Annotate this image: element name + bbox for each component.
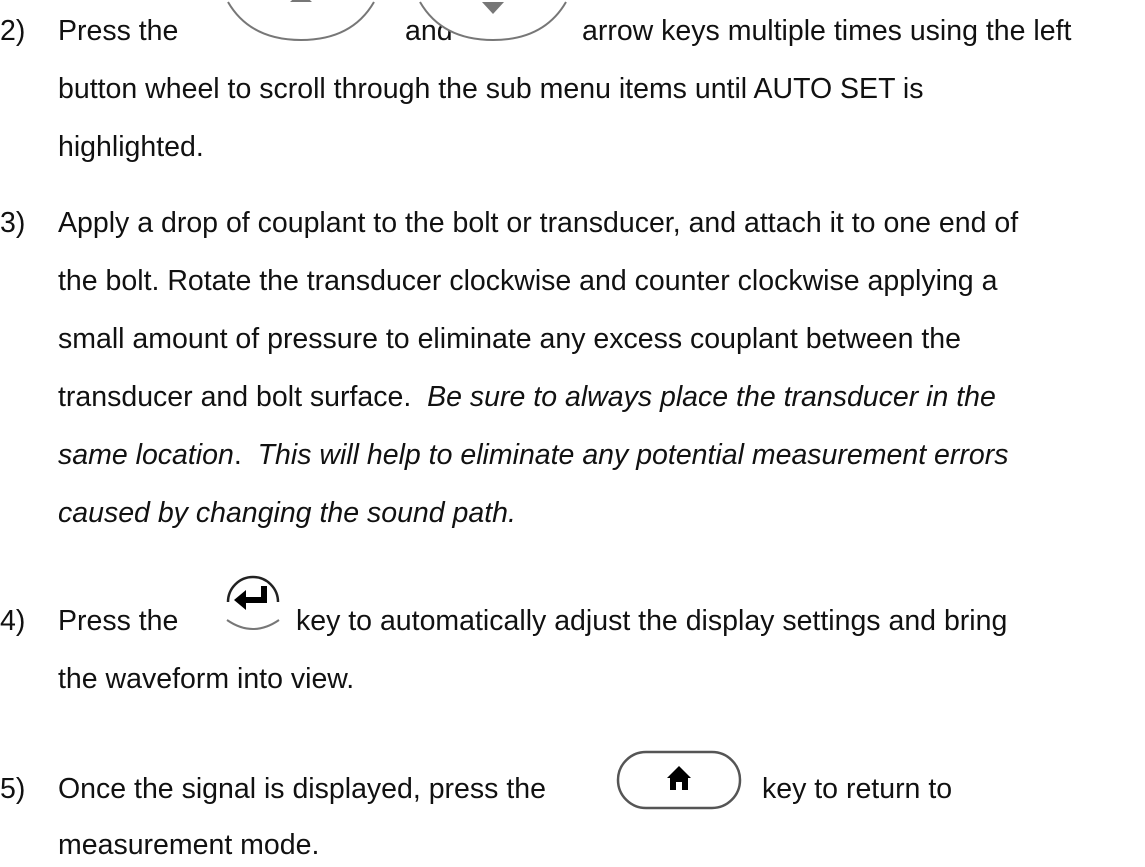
step-number: 3) xyxy=(0,207,26,239)
step-text: the waveform into view. xyxy=(58,663,355,695)
step-number: 2) xyxy=(0,15,26,47)
step-text: Press the xyxy=(58,605,179,637)
step-number: 4) xyxy=(0,605,26,637)
step-number: 5) xyxy=(0,773,26,805)
italic-text: same location xyxy=(58,439,234,471)
step-text: arrow keys multiple times using the left xyxy=(582,15,1072,47)
home-key-icon xyxy=(612,748,746,814)
step-text: Apply a drop of couplant to the bolt or … xyxy=(58,207,1019,239)
italic-text: caused by changing the sound path. xyxy=(58,497,516,529)
italic-text: This will help to eliminate any potentia… xyxy=(257,439,1009,471)
italic-text: Be sure to always place the transducer i… xyxy=(427,381,996,413)
step-text: measurement mode. xyxy=(58,829,320,861)
instruction-document: 2) Press the and arrow keys multiple tim… xyxy=(0,0,1145,867)
up-arrow-key-icon xyxy=(224,0,378,44)
step-text: key to automatically adjust the display … xyxy=(296,605,1008,637)
down-arrow-key-icon xyxy=(416,0,570,44)
normal-text: transducer and bolt surface. xyxy=(58,381,412,413)
step-text: small amount of pressure to eliminate an… xyxy=(58,323,961,355)
step-text: the bolt. Rotate the transducer clockwis… xyxy=(58,265,998,297)
step-text: same location. This will help to elimina… xyxy=(58,438,1008,472)
normal-text: . xyxy=(233,439,242,471)
step-text: button wheel to scroll through the sub m… xyxy=(58,73,924,105)
step-text: Press the xyxy=(58,15,179,47)
enter-key-icon xyxy=(222,568,284,638)
step-text: caused by changing the sound path. xyxy=(58,496,516,530)
step-text: Once the signal is displayed, press the xyxy=(58,773,546,805)
step-text: transducer and bolt surface. Be sure to … xyxy=(58,380,996,414)
step-text: highlighted. xyxy=(58,131,204,163)
step-text: key to return to xyxy=(762,773,953,805)
